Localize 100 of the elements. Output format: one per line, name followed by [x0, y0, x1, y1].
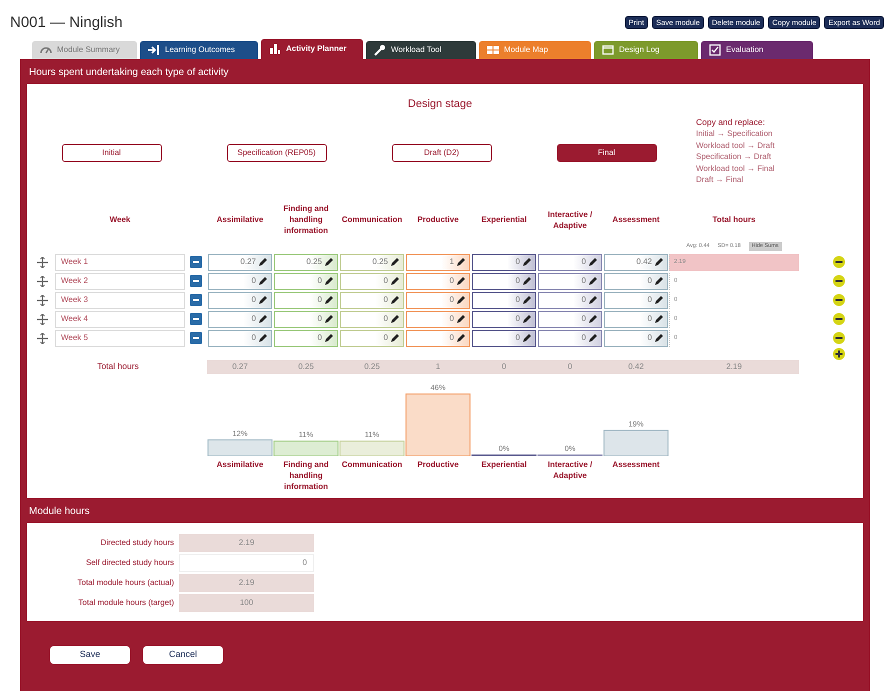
total-value: 0.25	[339, 360, 405, 374]
column-header: Finding and handling information	[282, 203, 330, 236]
form-button[interactable]: Cancel	[143, 646, 223, 664]
hours-field[interactable]: 0	[538, 330, 602, 346]
hours-field[interactable]: 0.42	[604, 254, 668, 270]
section-heading: Module hours	[28, 504, 91, 518]
drag-handle-icon	[36, 332, 48, 344]
hours-value: 2.19	[179, 534, 314, 552]
copy-rule-text: Initial → Specification	[696, 128, 774, 140]
calendar-icon	[602, 44, 614, 56]
hours-field[interactable]: 0	[604, 272, 668, 290]
hours-field[interactable]: 0	[472, 310, 536, 328]
hours-field[interactable]: 0	[538, 272, 602, 290]
hours-field[interactable]: 0	[604, 330, 668, 346]
total-hours-label: Total hours	[97, 360, 139, 371]
hours-field[interactable]: 0	[538, 254, 602, 270]
tab[interactable]: Module Map	[479, 41, 591, 59]
minus-icon	[192, 258, 200, 266]
week-field[interactable]: Week 4	[55, 310, 185, 328]
hours-field[interactable]: 0	[406, 272, 470, 290]
category-label: Productive	[417, 458, 459, 470]
hours-field[interactable]: 0	[208, 292, 272, 308]
hours-field[interactable]: 0	[274, 330, 338, 346]
hours-field[interactable]: 0	[406, 292, 470, 308]
arrow-to-line-icon	[148, 44, 160, 56]
hours-field[interactable]: 0.25	[274, 254, 338, 270]
hours-field[interactable]: 0	[274, 292, 338, 308]
week-field[interactable]: Week 2	[55, 272, 185, 290]
drag-handle-icon	[36, 314, 48, 324]
hours-field[interactable]: 1	[406, 254, 470, 270]
tab[interactable]: Module Summary	[32, 41, 137, 59]
stage-button[interactable]: Specification (REP05)	[226, 144, 326, 162]
minus-icon	[192, 277, 200, 285]
hours-field[interactable]: 0	[406, 310, 470, 328]
week-field[interactable]: Week 3	[55, 292, 185, 308]
minus-icon	[192, 334, 200, 342]
collapse-button[interactable]	[190, 313, 202, 325]
category-label: Assessment	[612, 458, 660, 470]
hours-field[interactable]: 0	[340, 310, 404, 328]
total-value: 0.42	[603, 360, 669, 374]
copy-rule-text: Draft → Final	[696, 174, 744, 186]
collapse-button[interactable]	[190, 294, 202, 306]
stage-button[interactable]: Final	[556, 144, 656, 162]
tab[interactable]: Workload Tool	[366, 41, 476, 59]
total-value: 1	[405, 360, 471, 374]
total-value: 2.19	[669, 360, 799, 374]
collapse-button[interactable]	[190, 332, 202, 344]
tab[interactable]: Learning Outcomes	[140, 41, 258, 59]
hours-field[interactable]: 0	[208, 310, 272, 328]
total-value: 0.25	[273, 360, 339, 374]
tab[interactable]: Activity Planner	[261, 39, 363, 59]
checkbox-icon	[709, 44, 721, 56]
copy-rule-text: Workload tool → Final	[696, 162, 775, 174]
total-value: 0	[537, 360, 603, 374]
hours-field[interactable]: 0	[604, 310, 668, 328]
hours-input[interactable]: 0	[179, 554, 314, 572]
field-label: Total module hours (actual)	[76, 576, 175, 588]
hours-field[interactable]: 0	[472, 272, 536, 290]
category-label: Experiential	[481, 458, 527, 470]
hours-value: 2.19	[179, 574, 314, 592]
stage-button[interactable]: Initial	[62, 144, 162, 162]
hours-field[interactable]: 0	[274, 272, 338, 290]
drag-handle-icon	[36, 256, 48, 268]
hours-field[interactable]: 0	[472, 330, 536, 346]
tab[interactable]: Evaluation	[701, 41, 813, 59]
hours-field[interactable]: 0	[472, 292, 536, 308]
total-value: 0.27	[207, 360, 273, 374]
hours-field[interactable]: 0	[208, 272, 272, 290]
section-heading: Hours spent undertaking each type of activity	[28, 66, 230, 80]
hours-field[interactable]: 0	[604, 292, 668, 308]
category-label: Communication	[342, 458, 402, 470]
copy-rule-text: Specification → Draft	[696, 151, 772, 162]
stage-button[interactable]: Draft (D2)	[392, 144, 492, 162]
hours-field[interactable]: 0	[340, 292, 404, 308]
hours-field[interactable]: 0	[274, 310, 338, 328]
hours-field[interactable]: 0	[340, 272, 404, 290]
category-label: Finding and handling information	[282, 458, 330, 492]
form-button[interactable]: Save	[50, 646, 130, 664]
hours-field[interactable]: 0	[208, 330, 272, 346]
hours-field[interactable]: 0.25	[340, 254, 404, 270]
wrench-icon	[374, 44, 386, 56]
design-stage-heading: Design stage	[408, 98, 472, 110]
column-header: Productive	[417, 214, 459, 225]
hours-field[interactable]: 0	[406, 330, 470, 346]
hours-field[interactable]: 0	[538, 310, 602, 328]
hours-field[interactable]: 0.27	[208, 254, 272, 270]
module-title: N001 — Ninglish	[10, 13, 123, 33]
hours-field[interactable]: 0	[340, 330, 404, 346]
drag-handle-icon	[36, 294, 48, 306]
week-field[interactable]: Week 1	[55, 254, 185, 270]
collapse-button[interactable]	[190, 275, 202, 287]
column-header: Experiential	[481, 214, 527, 225]
hours-field[interactable]: 0	[538, 292, 602, 308]
field-label: Self directed study hours	[84, 556, 175, 568]
remove-icon	[833, 274, 845, 287]
column-header: Week	[108, 214, 132, 225]
week-field[interactable]: Week 5	[55, 330, 185, 346]
hours-field[interactable]: 0	[472, 254, 536, 270]
tab[interactable]: Design Log	[594, 41, 698, 59]
collapse-button[interactable]	[190, 256, 202, 268]
